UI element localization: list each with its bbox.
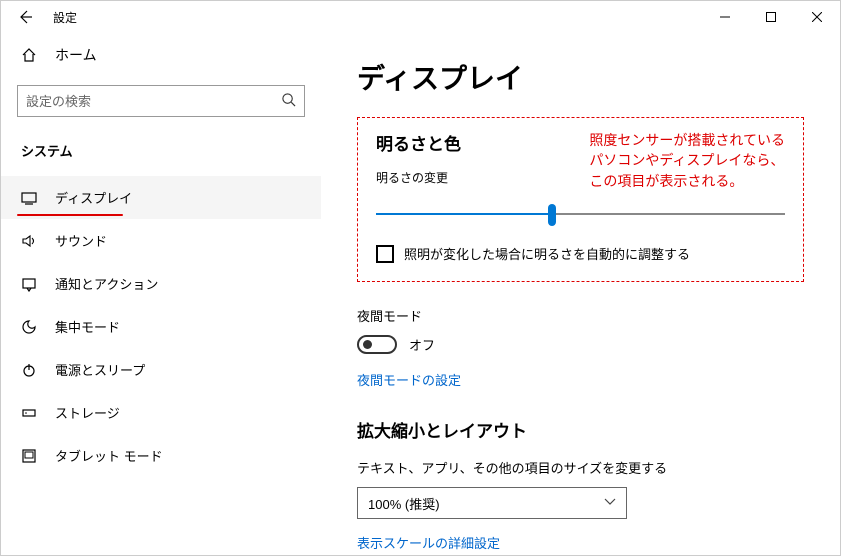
sidebar-item-sound[interactable]: サウンド	[1, 219, 321, 262]
brightness-heading: 明るさと色	[376, 130, 461, 155]
scale-heading: 拡大縮小とレイアウト	[357, 417, 804, 442]
scale-value: 100% (推奨)	[368, 494, 440, 513]
night-mode-label: 夜間モード	[357, 306, 804, 325]
sidebar-item-label: サウンド	[55, 231, 107, 250]
sidebar-item-display[interactable]: ディスプレイ	[1, 176, 321, 219]
sidebar: ホーム システム ディスプレイ サウンド 通知とアクション	[1, 33, 321, 555]
slider-track-fill	[376, 213, 552, 215]
chevron-down-icon	[604, 497, 616, 509]
sidebar-item-label: タブレット モード	[55, 446, 163, 465]
back-button[interactable]	[9, 1, 41, 33]
toggle-knob	[363, 340, 372, 349]
scale-advanced-link[interactable]: 表示スケールの詳細設定	[357, 533, 804, 552]
brightness-slider[interactable]	[376, 202, 785, 226]
brightness-label: 明るさの変更	[376, 169, 461, 186]
titlebar: 設定	[1, 1, 840, 33]
minimize-button[interactable]	[702, 1, 748, 33]
sidebar-item-label: ディスプレイ	[55, 188, 132, 207]
annotation-underline	[17, 214, 123, 216]
sidebar-item-tablet[interactable]: タブレット モード	[1, 434, 321, 477]
maximize-button[interactable]	[748, 1, 794, 33]
sidebar-item-label: ストレージ	[55, 403, 120, 422]
sidebar-item-power[interactable]: 電源とスリープ	[1, 348, 321, 391]
auto-brightness-label: 照明が変化した場合に明るさを自動的に調整する	[404, 244, 690, 263]
scale-dropdown[interactable]: 100% (推奨)	[357, 487, 627, 519]
night-mode-settings-link[interactable]: 夜間モードの設定	[357, 370, 804, 389]
sidebar-section-title: システム	[1, 133, 321, 176]
annotation-box: 明るさと色 明るさの変更 照度センサーが搭載されている パソコンやディスプレイな…	[357, 117, 804, 282]
auto-brightness-checkbox[interactable]	[376, 245, 394, 263]
display-icon	[21, 190, 37, 206]
power-icon	[21, 362, 37, 378]
home-button[interactable]: ホーム	[1, 33, 321, 77]
night-mode-toggle[interactable]	[357, 335, 397, 354]
sidebar-item-label: 集中モード	[55, 317, 120, 336]
auto-brightness-row[interactable]: 照明が変化した場合に明るさを自動的に調整する	[376, 244, 785, 263]
close-button[interactable]	[794, 1, 840, 33]
sound-icon	[21, 233, 37, 249]
page-title: ディスプレイ	[357, 57, 804, 97]
window-controls	[702, 1, 840, 33]
scale-description: テキスト、アプリ、その他の項目のサイズを変更する	[357, 458, 804, 477]
annotation-note: 照度センサーが搭載されている パソコンやディスプレイなら、 この項目が表示される…	[589, 130, 785, 191]
home-label: ホーム	[55, 45, 97, 65]
slider-thumb[interactable]	[548, 204, 556, 226]
sidebar-item-focus[interactable]: 集中モード	[1, 305, 321, 348]
search-box[interactable]	[17, 85, 305, 117]
window-title: 設定	[53, 9, 77, 26]
content-area: ディスプレイ 明るさと色 明るさの変更 照度センサーが搭載されている パソコンや…	[321, 33, 840, 555]
home-icon	[21, 47, 37, 63]
sidebar-item-notifications[interactable]: 通知とアクション	[1, 262, 321, 305]
tablet-icon	[21, 448, 37, 464]
focus-icon	[21, 319, 37, 335]
sidebar-item-label: 通知とアクション	[55, 274, 158, 293]
search-icon	[281, 92, 296, 110]
sidebar-item-label: 電源とスリープ	[55, 360, 145, 379]
search-input[interactable]	[26, 94, 281, 109]
night-mode-state: オフ	[409, 335, 435, 354]
notifications-icon	[21, 276, 37, 292]
sidebar-item-storage[interactable]: ストレージ	[1, 391, 321, 434]
slider-track-rest	[552, 213, 785, 215]
storage-icon	[21, 405, 37, 421]
